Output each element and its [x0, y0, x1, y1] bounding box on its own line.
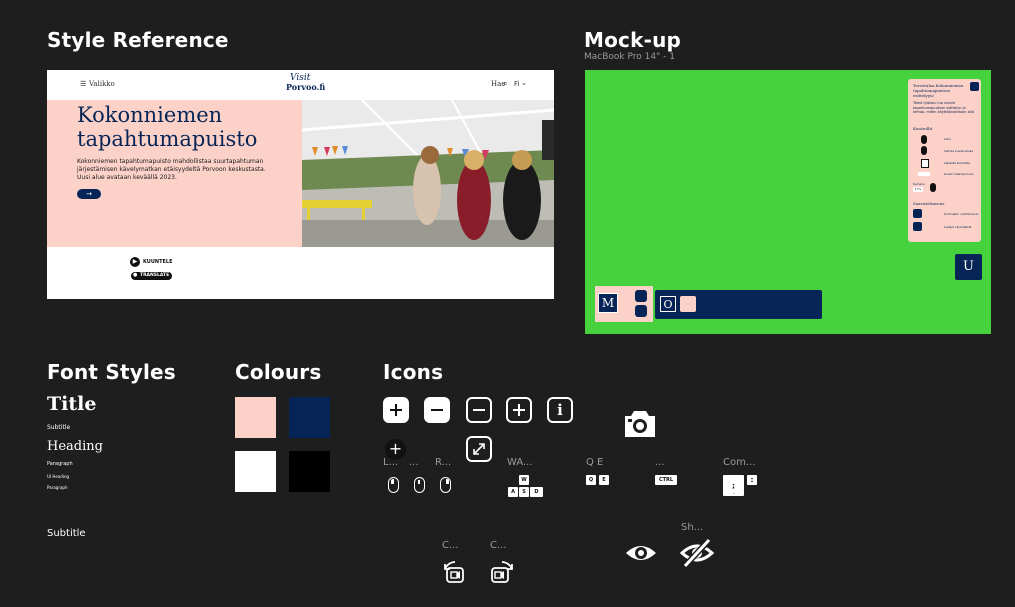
label-show-hide: Sh...: [681, 522, 704, 533]
m-button-group: M: [595, 286, 653, 322]
mockup-frame-label: MacBook Pro 14" - 1: [584, 52, 675, 62]
access-heading: Saavutettavuus: [913, 201, 945, 206]
font-subtitle-large-sample: Subtitle: [47, 528, 86, 539]
translate-label: TRANSLATE: [140, 273, 170, 278]
font-paragraph-sample: Paragraph: [47, 461, 73, 467]
u-button[interactable]: U: [955, 254, 982, 280]
key-e: E: [599, 475, 609, 485]
panel-body: Tämä työkalu luo sinulle tapahtumapuisto…: [913, 101, 975, 114]
swatch-pink: [235, 397, 276, 438]
mouse-left-icon: [921, 135, 927, 144]
key-w: W: [519, 475, 529, 485]
m-option-top[interactable]: [635, 290, 647, 302]
font-heading-sample: Heading: [47, 439, 103, 454]
swatch-navy: [289, 397, 330, 438]
lang-label[interactable]: Fi: [514, 80, 519, 88]
colours-heading: Colours: [235, 360, 322, 384]
key-a: A: [508, 487, 518, 497]
hero-title-line2: tapahtumapuisto: [77, 127, 258, 151]
font-styles-heading: Font Styles: [47, 360, 176, 384]
plus-filled-icon[interactable]: [383, 397, 409, 423]
access-row-2: Lisätyt värimäärät: [944, 225, 972, 229]
play-icon[interactable]: ▶: [130, 257, 140, 267]
label-middle-click: ...: [409, 457, 419, 468]
search-icon[interactable]: ⌕: [503, 79, 507, 89]
camera-icon[interactable]: [624, 407, 656, 439]
hero-title-line1: Kokonniemen: [77, 103, 223, 127]
logo-line2: Porvoo.fi: [286, 82, 326, 92]
font-title-sample: Title: [47, 393, 97, 415]
label-right-click: R...: [435, 457, 452, 468]
camera-rotate-left-icon[interactable]: [442, 559, 468, 585]
menu-label[interactable]: Valikko: [89, 80, 115, 88]
label-left-click: L...: [383, 457, 399, 468]
globe-icon: ●: [133, 272, 138, 278]
mouse-scroll-icon: [414, 477, 425, 493]
o-button[interactable]: O: [660, 296, 676, 312]
m-option-bottom[interactable]: [635, 305, 647, 317]
listen-label[interactable]: KUUNTELE: [143, 259, 173, 265]
wasd-keys-icon: [921, 159, 929, 168]
minus-outline-icon[interactable]: [466, 397, 492, 423]
m-button[interactable]: M: [598, 293, 618, 313]
hero-arrow-button[interactable]: →: [77, 189, 101, 199]
font-subtitle-sample: Subtitle: [47, 424, 71, 431]
eye-hide-icon[interactable]: [679, 536, 715, 570]
swatch-white: [235, 451, 276, 492]
control-row-2: Vaihda kuvakulmaa: [944, 149, 974, 153]
menu-icon[interactable]: ☰: [80, 80, 86, 88]
key-dot: .: [733, 489, 735, 496]
translate-button[interactable]: ● TRANSLATE: [131, 272, 172, 280]
o-toolbar: O: [655, 290, 822, 319]
minus-filled-icon[interactable]: [424, 397, 450, 423]
chevron-down-icon[interactable]: ⌄: [521, 79, 527, 87]
style-reference-card[interactable]: ☰ Valikko Visit Porvoo.fi Hae ⌕ Fi ⌄ Kok…: [47, 70, 554, 299]
mouse-scroll-icon: [930, 183, 936, 192]
panel-title: Tervetuloa Kokonniemen tapahtumapuiston …: [913, 83, 964, 98]
label-camera-rotate-right: C...: [490, 540, 507, 551]
mouse-right-icon: [921, 146, 927, 155]
qe-keys-icon: [918, 172, 930, 176]
controls-heading: Kontrollit: [913, 126, 933, 131]
key-colon: :: [747, 475, 757, 485]
label-qe: Q E: [586, 457, 604, 468]
style-reference-heading: Style Reference: [47, 28, 229, 52]
zoom-field[interactable]: 17%: [913, 187, 923, 192]
info-icon[interactable]: i: [547, 397, 573, 423]
control-row-3: Lähestä kohdetta: [944, 161, 971, 165]
label-ctrl: ...: [655, 457, 665, 468]
key-d: D: [530, 487, 543, 497]
hero-body: Kokonniemen tapahtumapuisto mahdollistaa…: [77, 158, 266, 181]
label-com: Com...: [723, 457, 756, 468]
access-row-1: Kontrastin vaihtaminen: [944, 212, 979, 216]
mouse-right-click-icon: [440, 477, 451, 493]
swatch-black: [289, 451, 330, 492]
info-panel: Tervetuloa Kokonniemen tapahtumapuiston …: [908, 79, 981, 242]
colors-toggle[interactable]: [913, 222, 922, 231]
hero-text-panel: Kokonniemen tapahtumapuisto Kokonniemen …: [47, 100, 302, 247]
o-color-swatch[interactable]: [680, 296, 696, 312]
expand-icon[interactable]: [466, 436, 492, 462]
key-ctrl: CTRL: [655, 475, 677, 485]
contrast-toggle[interactable]: [913, 209, 922, 218]
label-camera-rotate-left: C...: [442, 540, 459, 551]
key-s: S: [519, 487, 529, 497]
control-row-5: Kamera: [913, 182, 925, 186]
label-wasd: WA...: [507, 457, 533, 468]
control-row-4: Kuvan kääntyminen: [944, 172, 974, 176]
panel-close-button[interactable]: [970, 82, 979, 91]
mouse-left-click-icon: [388, 477, 399, 493]
mockup-canvas: Tervetuloa Kokonniemen tapahtumapuiston …: [585, 70, 991, 334]
reference-topbar: ☰ Valikko Visit Porvoo.fi Hae ⌕ Fi ⌄: [47, 70, 554, 100]
eye-show-icon[interactable]: [624, 539, 658, 567]
camera-rotate-right-icon[interactable]: [489, 559, 515, 585]
font-ui-heading-sample: UI Heading: [47, 474, 70, 479]
icons-heading: Icons: [383, 360, 444, 384]
plus-outline-icon[interactable]: [506, 397, 532, 423]
control-row-1: Liiku: [944, 137, 951, 141]
mockup-heading: Mock-up: [584, 28, 682, 52]
font-paragraph-small-sample: Paragraph: [47, 485, 68, 490]
hero-photo: [302, 100, 554, 247]
key-q: Q: [586, 475, 596, 485]
